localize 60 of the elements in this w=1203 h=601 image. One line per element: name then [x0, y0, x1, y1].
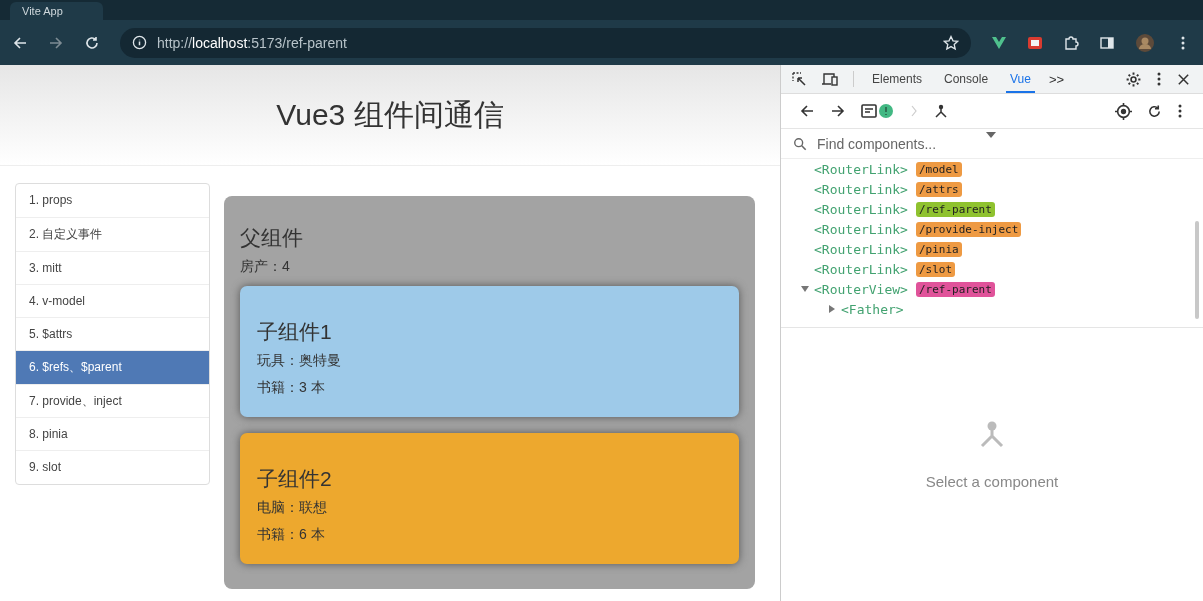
dropdown-icon[interactable] — [986, 132, 996, 138]
search-field[interactable]: Find components... — [815, 134, 1191, 153]
scrollbar[interactable] — [1195, 221, 1199, 319]
star-icon[interactable] — [943, 34, 959, 51]
panel-text: 房产：4 — [240, 258, 291, 276]
info-icon — [132, 35, 147, 50]
extension-badge-icon[interactable] — [1027, 34, 1043, 51]
nav-item[interactable]: 9. slot — [16, 450, 209, 484]
settings-icon[interactable] — [1125, 70, 1142, 88]
route-tag: /ref-parent — [915, 281, 995, 297]
card-text: 玩具：奥特曼 — [257, 352, 342, 370]
route-tag: /slot — [915, 261, 956, 277]
card-title: 子组件2 — [257, 466, 333, 492]
side-panel-icon[interactable] — [1099, 34, 1115, 51]
expand-arrow-icon[interactable] — [828, 305, 836, 313]
nav-item[interactable]: 8. pinia — [16, 417, 209, 451]
target-icon[interactable] — [1115, 102, 1132, 120]
page-title: Vue3 组件间通信 — [276, 96, 504, 133]
app-window-icon[interactable] — [861, 103, 895, 119]
nav-item[interactable]: 7. provide、inject — [16, 383, 209, 418]
nav-item[interactable]: 6. $refs、$parent — [16, 350, 209, 384]
reload-icon[interactable] — [84, 34, 100, 51]
panel-title: 父组件 — [240, 225, 304, 251]
card-text: 电脑：联想 — [257, 499, 328, 517]
nav-item[interactable]: 4. v-model — [16, 283, 209, 318]
vue-extension-icon[interactable] — [991, 34, 1007, 51]
forward-icon[interactable] — [830, 103, 846, 119]
more-options-icon[interactable] — [1177, 103, 1183, 119]
chevron-icon — [910, 103, 918, 119]
route-tag: /model — [915, 161, 962, 177]
card-text: 书籍：6 本 — [257, 526, 326, 544]
expand-arrow-icon[interactable] — [801, 285, 809, 293]
nav-item[interactable]: 1. props — [16, 184, 209, 218]
nav-item[interactable]: 2. 自定义事件 — [16, 217, 209, 251]
route-tag: /pinia — [915, 241, 962, 257]
component-tree-icon[interactable] — [933, 103, 949, 119]
devtools-tab[interactable]: Elements — [868, 65, 927, 93]
route-tag: /ref-parent — [915, 201, 995, 217]
route-tag: /provide-inject — [915, 221, 1022, 237]
devtools-tab[interactable]: Console — [940, 65, 993, 93]
device-toggle-icon[interactable] — [821, 71, 839, 87]
empty-message: Select a component — [925, 473, 1059, 490]
url-text: http://localhost:5173/ref-parent — [157, 34, 348, 51]
puzzle-icon[interactable] — [1063, 34, 1079, 51]
back-icon[interactable] — [12, 34, 28, 51]
devtools-tab[interactable]: Vue — [1006, 65, 1035, 93]
route-tag: /attrs — [915, 181, 962, 197]
nav-item[interactable]: 3. mitt — [16, 250, 209, 284]
address-bar[interactable]: http://localhost:5173/ref-parent — [120, 27, 971, 58]
refresh-icon[interactable] — [1147, 103, 1162, 119]
inspect-icon[interactable] — [791, 71, 807, 87]
more-options-icon[interactable] — [1156, 71, 1162, 87]
card-text: 书籍：3 本 — [257, 379, 326, 397]
card-title: 子组件1 — [257, 319, 333, 345]
avatar-icon[interactable] — [1135, 32, 1155, 53]
browser-tab[interactable]: Vite App — [10, 2, 103, 20]
back-icon[interactable] — [799, 103, 815, 119]
more-tabs-button[interactable]: >> — [1048, 71, 1065, 87]
search-icon — [793, 136, 807, 151]
close-icon[interactable] — [1176, 71, 1191, 87]
